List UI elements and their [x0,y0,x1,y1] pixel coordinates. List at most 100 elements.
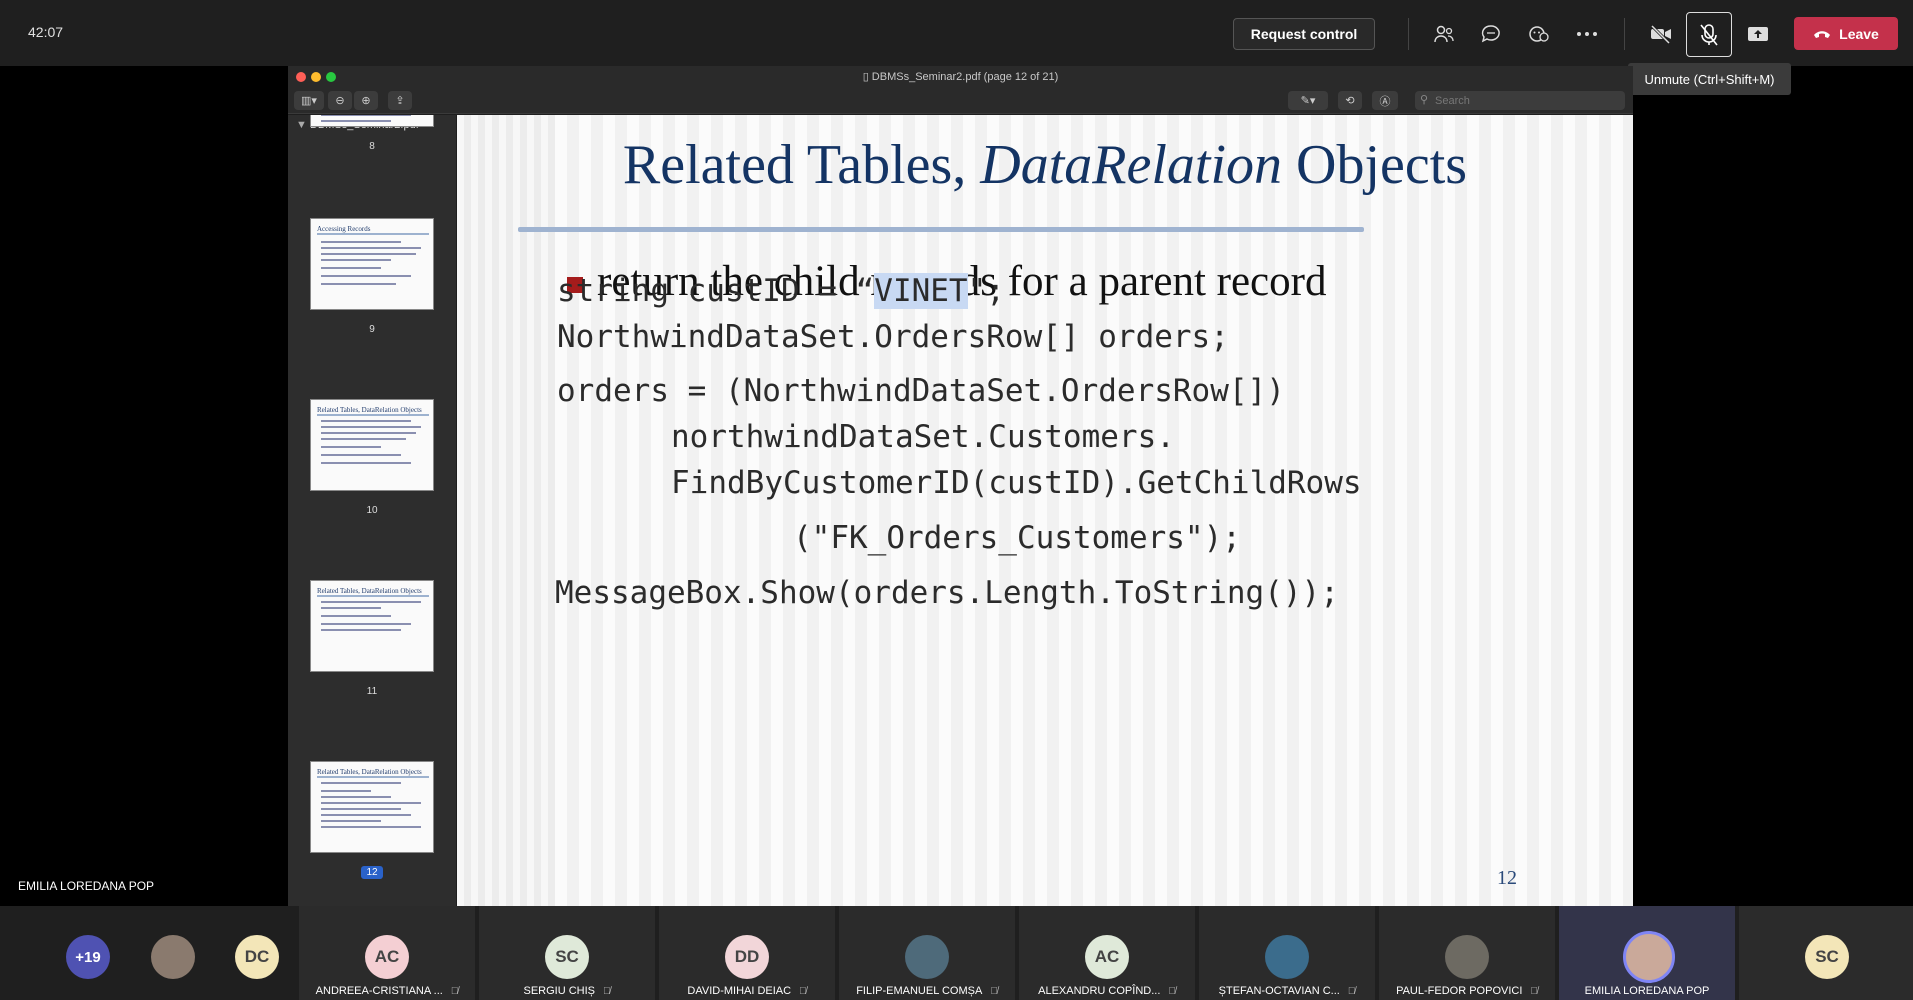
participant-avatar: DD [725,935,769,979]
code-line-1: string custID = “VINET"; [557,273,1005,309]
thumbnail-page-8[interactable]: 8 [310,115,434,152]
mic-off-icon: 🎙̸ [1347,986,1356,997]
participant-tile[interactable]: AC ANDREEA-CRISTIANA ... 🎙̸ [299,906,475,1000]
rotate-button[interactable]: ⟲ [1338,91,1362,110]
participant-tile[interactable]: PAUL-FEDOR POPOVICI 🎙̸ [1379,906,1555,1000]
microphone-off-icon [1700,23,1718,45]
participant-name: DAVID-MIHAI DEIAC 🎙̸ [687,985,807,997]
slide-background [555,115,1633,906]
toolbar-divider [1408,18,1409,50]
zoom-out-button[interactable]: ⊖ [328,91,352,110]
toolbar-divider [1624,18,1625,50]
chat-icon[interactable] [1475,18,1507,50]
thumbnail-image: Related Tables, DataRelation Objects [310,580,434,672]
leave-button[interactable]: Leave [1794,17,1898,50]
participant-tile[interactable]: FILIP-EMANUEL COMȘA 🎙̸ [839,906,1015,1000]
thumbnail-image: Related Tables, DataRelation Objects [310,399,434,491]
annotate-icon: Ⓐ [1379,95,1391,108]
participant-name: ALEXANDRU COPÎND... 🎙̸ [1038,985,1176,997]
people-icon[interactable] [1428,18,1460,50]
camera-off-icon[interactable] [1645,18,1677,50]
mic-off-icon: 🎙̸ [1168,986,1176,997]
mic-off-icon: 🎙̸ [603,986,611,997]
microphone-muted-button[interactable] [1686,12,1732,57]
search-icon: ⚲ [1420,94,1429,106]
thumbnail-number: 9 [369,324,375,335]
sidebar-toggle-button[interactable]: ▥▾ [294,91,324,110]
hang-up-icon [1814,30,1831,38]
sidebar-icon: ▥▾ [301,95,317,107]
mic-off-icon: 🎙̸ [990,986,998,997]
thumbnail-page-10[interactable]: Related Tables, DataRelation Objects 10 [310,399,434,516]
unmute-tooltip: Unmute (Ctrl+Shift+M) [1628,63,1791,95]
meeting-top-bar: 42:07 Request control Leave [0,0,1913,66]
participant-name: FILIP-EMANUEL COMȘA 🎙̸ [856,985,998,997]
participant-avatar-sc: SC [1805,935,1849,979]
shared-screen: ▯ DBMSs_Seminar2.pdf (page 12 of 21) ▥▾ … [288,66,1633,906]
document-title: ▯ DBMSs_Seminar2.pdf (page 12 of 21) [862,71,1059,83]
zoom-in-icon: ⊕ [361,95,371,107]
code-line-3: orders = (NorthwindDataSet.OrdersRow[]) [557,373,1285,409]
share-button[interactable]: ⇪ [388,91,412,110]
window-title-bar: ▯ DBMSs_Seminar2.pdf (page 12 of 21) [288,66,1633,88]
code-line-6: ("FK_Orders_Customers"); [793,520,1241,556]
participant-avatar: SC [545,935,589,979]
rotate-icon: ⟲ [1345,95,1355,107]
pen-icon: ✎▾ [1300,95,1316,107]
request-control-button[interactable]: Request control [1233,18,1375,50]
thumbnail-number: 8 [369,141,375,152]
share-icon: ⇪ [395,95,405,107]
mic-off-icon: 🎙̸ [450,986,459,997]
thumbnail-image: Related Tables, DataRelation Objects [310,761,434,853]
participant-avatar: AC [1085,935,1129,979]
participants-strip: +19 DC AC ANDREEA-CRISTIANA ... 🎙̸ SC SER… [0,906,1913,1000]
participant-tile[interactable]: SC SERGIU CHIȘ 🎙̸ [479,906,655,1000]
reactions-icon[interactable] [1523,18,1555,50]
participant-photo-avatar [1265,935,1309,979]
zoom-out-icon: ⊖ [335,95,345,107]
participant-tile-speaking[interactable]: EMILIA LOREDANA POP [1559,906,1735,1000]
more-options-icon[interactable] [1571,18,1603,50]
annotate-button[interactable]: Ⓐ [1372,91,1398,110]
code-line-5: FindByCustomerID(custID).GetChildRows [671,465,1362,501]
mic-off-icon: 🎙̸ [1530,986,1538,997]
participant-name: SERGIU CHIȘ 🎙̸ [523,985,611,997]
code-line-4: northwindDataSet.Customers. [671,419,1175,455]
thumbnail-page-11[interactable]: Related Tables, DataRelation Objects 11 [310,580,434,697]
participant-photo-avatar [905,935,949,979]
thumbnail-number: 10 [366,505,378,516]
thumbnail-page-12-selected[interactable]: Related Tables, DataRelation Objects 12 [310,761,434,879]
slide-title: Related Tables, DataRelation Objects [622,134,1468,196]
participant-avatar: AC [365,935,409,979]
title-underline [518,227,1364,232]
selected-text: VINET [874,273,968,309]
participant-tile[interactable]: SC [1739,906,1913,1000]
participant-avatar-dc[interactable]: DC [235,935,279,979]
participant-photo-avatar[interactable] [151,935,195,979]
code-line-7: MessageBox.Show(orders.Length.ToString()… [555,575,1339,611]
participant-name: ȘTEFAN-OCTAVIAN C... 🎙̸ [1218,985,1356,997]
thumbnail-page-9[interactable]: Accessing Records 9 [310,218,434,335]
thumbnail-image [310,115,434,127]
participant-tile[interactable]: DD DAVID-MIHAI DEIAC 🎙̸ [659,906,835,1000]
disclosure-triangle-icon: ▼ [296,119,310,131]
share-screen-icon[interactable] [1742,18,1774,50]
markup-button[interactable]: ✎▾ [1288,91,1328,110]
participant-photo-avatar [1623,931,1675,983]
thumbnail-sidebar: ▼ DBMSs_Seminar2.pdf 8 Accessing Records… [288,115,456,906]
participant-name: PAUL-FEDOR POPOVICI 🎙̸ [1396,985,1538,997]
participant-name: EMILIA LOREDANA POP [1584,985,1710,997]
slide-page: Related Tables, DataRelation Objects ret… [457,115,1633,906]
participant-tile[interactable]: AC ALEXANDRU COPÎND... 🎙̸ [1019,906,1195,1000]
thumbnail-number: 12 [310,866,434,879]
zoom-in-button[interactable]: ⊕ [354,91,378,110]
pdf-search-input[interactable]: ⚲ Search [1415,91,1625,110]
participant-name: ANDREEA-CRISTIANA ... 🎙̸ [315,985,459,997]
participant-tile[interactable]: ȘTEFAN-OCTAVIAN C... 🎙̸ [1199,906,1375,1000]
pdf-toolbar: ▥▾ ⊖ ⊕ ⇪ ✎▾ ⟲ Ⓐ ⚲ Search [288,88,1633,114]
meeting-timer: 42:07 [28,24,64,40]
mic-off-icon: 🎙̸ [799,986,807,997]
more-participants-button[interactable]: +19 [66,935,110,979]
slide-page-number: 12 [1497,867,1517,889]
pdf-file-icon: ▯ [862,71,872,83]
